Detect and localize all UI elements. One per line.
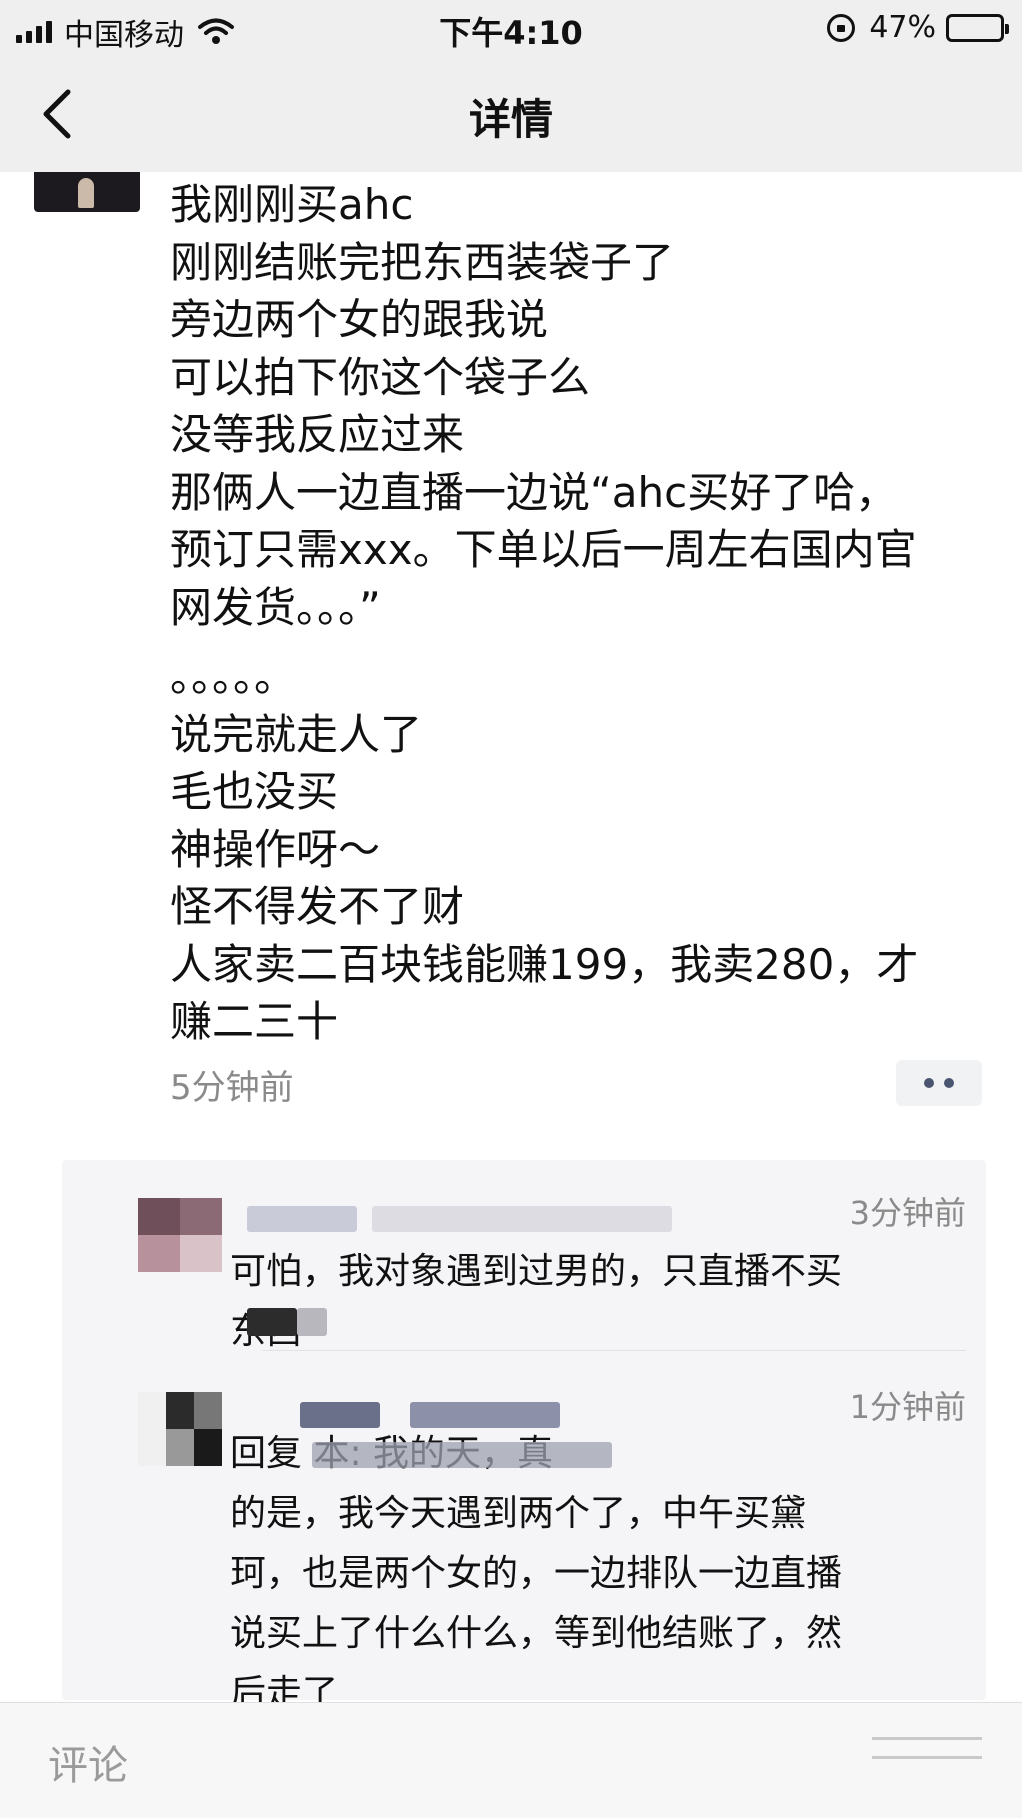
battery-icon — [946, 13, 1009, 42]
battery-percent: 47% — [869, 10, 936, 45]
comment-text: 回复 本: 我的天，真的是，我今天遇到两个了，中午买黛珂，也是两个女的，一边排队… — [230, 1424, 842, 1724]
post-line: 人家卖二百块钱能赚199，我卖280，才 — [170, 939, 919, 989]
post-line: 没等我反应过来 — [170, 410, 465, 459]
post-line: 预订只需xxx。下单以后一周左右国内官 — [170, 525, 917, 574]
divider — [262, 1350, 966, 1351]
post-line: 那俩人一边直播一边说“ahc买好了哈， — [170, 467, 898, 517]
redaction-blur — [247, 1308, 297, 1336]
post-line: 旁边两个女的跟我说 — [170, 295, 549, 344]
comment-list: 3分钟前 可怕，我对象遇到过男的，只直播不买东西 1分钟前 回复 本: 我的天，… — [62, 1160, 986, 1714]
more-dots-icon — [924, 1078, 934, 1088]
post-line: 毛也没买 — [170, 767, 339, 816]
more-button[interactable] — [896, 1060, 982, 1106]
rotation-lock-icon — [827, 13, 856, 42]
comment-line: 的是，我今天遇到两个了，中午买黛 — [230, 1493, 807, 1534]
status-bar: 中国移动 下午4:10 47% — [0, 0, 1022, 56]
comment-timestamp: 3分钟前 — [849, 1194, 966, 1232]
comment-line: 说买上了什么什么，等到他结账了，然 — [230, 1613, 843, 1654]
post-line — [170, 636, 1000, 648]
post-content: 我刚刚买ahc 刚刚结账完把东西装袋子了 旁边两个女的跟我说 可以拍下你这个袋子么 没等… — [170, 176, 1000, 1051]
post-timestamp: 5分钟前 — [170, 1068, 294, 1108]
comment-line: 可怕，我对象遇到过男的，只直播不买 — [230, 1251, 843, 1292]
avatar[interactable] — [34, 172, 140, 212]
post-line: 刚刚结账完把东西装袋子了 — [170, 237, 675, 287]
redaction-blur — [312, 1442, 612, 1468]
nav-bar: 详情 — [0, 56, 1022, 172]
post-line: 可以拍下你这个袋子么 — [170, 352, 591, 402]
post-line: 怪不得发不了财 — [170, 882, 465, 931]
comment-avatar[interactable] — [138, 1198, 222, 1272]
comment-line: 珂，也是两个女的，一边排队一边直播 — [230, 1553, 843, 1594]
redaction-blur — [297, 1308, 327, 1336]
commenter-name[interactable] — [247, 1206, 357, 1232]
comment-text: 可怕，我对象遇到过男的，只直播不买东西 — [230, 1242, 842, 1362]
post-line: 。。。。。 — [170, 652, 297, 701]
comment-input[interactable]: 评论 — [48, 1733, 128, 1791]
comment-bar: 评论 — [0, 1702, 1022, 1818]
more-dots-icon — [944, 1078, 954, 1088]
emoji-icon[interactable] — [872, 1737, 982, 1787]
post-line: 赚二三十 — [170, 997, 339, 1046]
post-line: 我刚刚买ahc — [170, 180, 414, 229]
post-line: 说完就走人了 — [170, 709, 423, 759]
page-title: 详情 — [468, 95, 553, 144]
commenter-name — [372, 1206, 672, 1232]
post-line: 神操作呀～ — [170, 824, 381, 874]
comment-avatar[interactable] — [138, 1392, 222, 1466]
post-line: 网发货。。。” — [170, 582, 381, 632]
comment-timestamp: 1分钟前 — [849, 1388, 966, 1426]
